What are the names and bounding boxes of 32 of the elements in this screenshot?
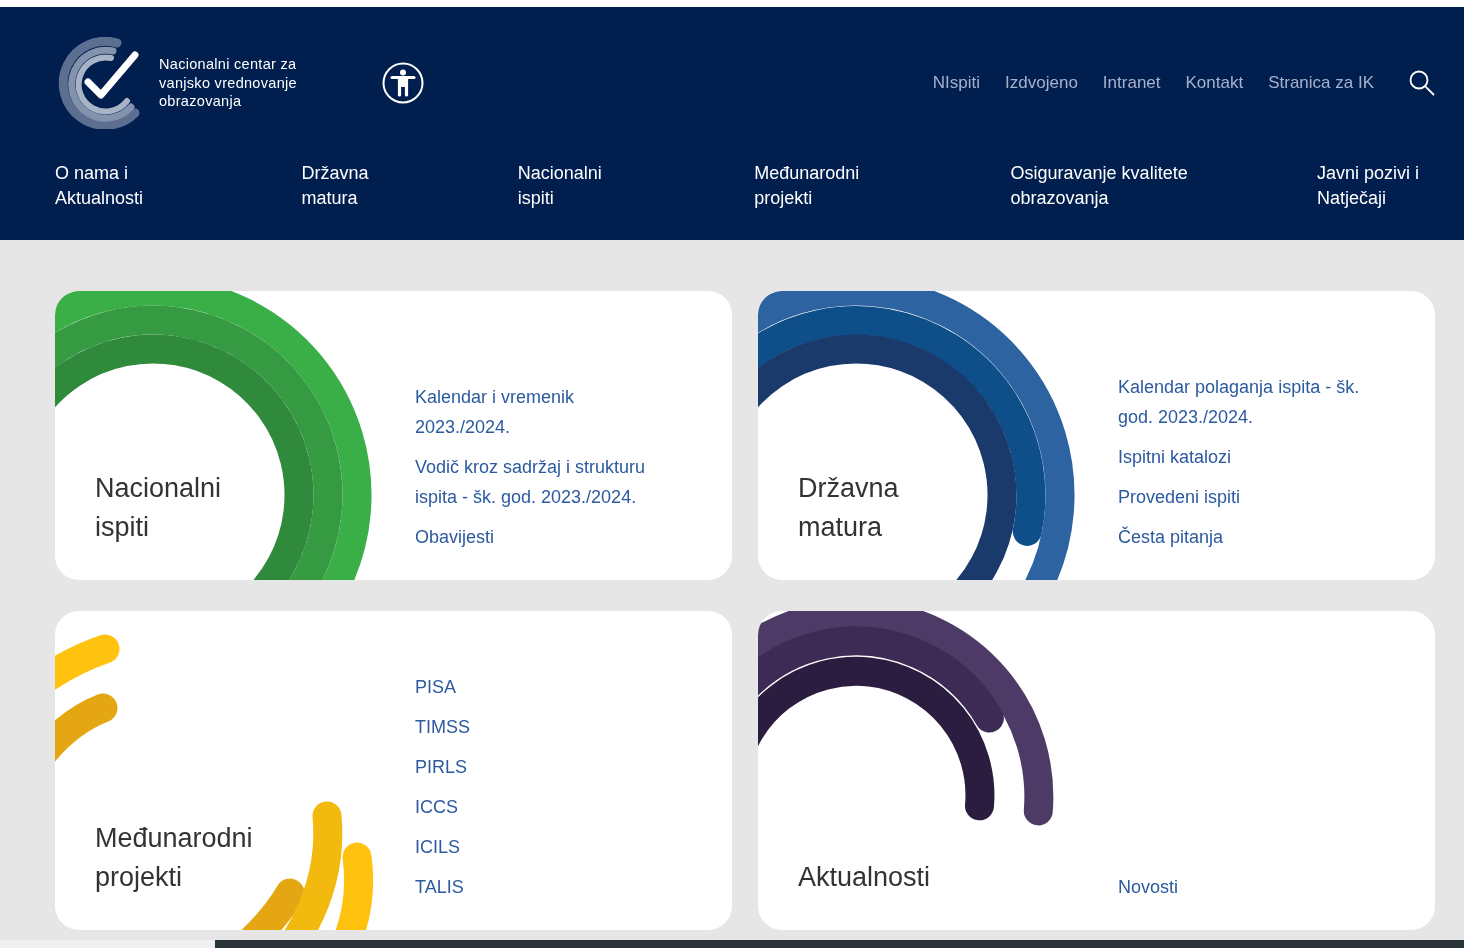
card-link[interactable]: Česta pitanja <box>1118 522 1395 552</box>
top-nav-link[interactable]: NIspiti <box>932 73 981 93</box>
organization-name[interactable]: Nacionalni centar za vanjsko vrednovanje obrazovanja <box>159 55 344 111</box>
top-nav-link[interactable]: Izdvojeno <box>1005 73 1078 93</box>
card-link[interactable]: ICCS <box>415 792 672 822</box>
card-link[interactable]: Vodič kroz sadržaj i strukturu ispita - šk. god. 2023./2024. <box>415 452 672 512</box>
main-nav-link[interactable]: O nama i Aktualnosti <box>55 161 175 211</box>
accessibility-icon[interactable] <box>382 62 424 104</box>
card-title[interactable]: Međunarodni projekti <box>95 819 270 897</box>
card-link[interactable]: Kalendar polaganja ispita - šk. god. 2023./2024. <box>1118 372 1395 432</box>
card-link[interactable]: TALIS <box>415 872 672 902</box>
top-nav-link[interactable]: Stranica za IK <box>1268 73 1374 93</box>
card-link[interactable]: Provedeni ispiti <box>1118 482 1395 512</box>
search-icon[interactable] <box>1409 70 1435 96</box>
main-nav-link[interactable]: Državna matura <box>301 161 392 211</box>
card-link[interactable]: PIRLS <box>415 752 672 782</box>
card-link[interactable]: Obavijesti <box>415 522 672 552</box>
card-link[interactable]: TIMSS <box>415 712 672 742</box>
card-title[interactable]: Državna matura <box>798 469 973 547</box>
main-nav-link[interactable]: Osiguravanje kvalitete obrazovanja <box>1010 161 1191 211</box>
card-title[interactable]: Aktualnosti <box>798 858 973 897</box>
top-nav-link[interactable]: Intranet <box>1102 73 1161 93</box>
main-nav-link[interactable]: Javni pozivi i Natječaji <box>1316 161 1435 211</box>
card-title[interactable]: Nacionalni ispiti <box>95 469 270 547</box>
card-link[interactable]: Kalendar i vremenik 2023./2024. <box>415 382 672 442</box>
card-link[interactable]: PISA <box>415 672 672 702</box>
card-link[interactable]: Novosti <box>1118 872 1395 902</box>
top-nav-link[interactable]: Kontakt <box>1185 73 1244 93</box>
card-link[interactable]: ICILS <box>415 832 672 862</box>
card-link[interactable]: Ispitni katalozi <box>1118 442 1395 472</box>
main-nav-link[interactable]: Međunarodni projekti <box>754 161 885 211</box>
main-nav-link[interactable]: Nacionalni ispiti <box>517 161 628 211</box>
